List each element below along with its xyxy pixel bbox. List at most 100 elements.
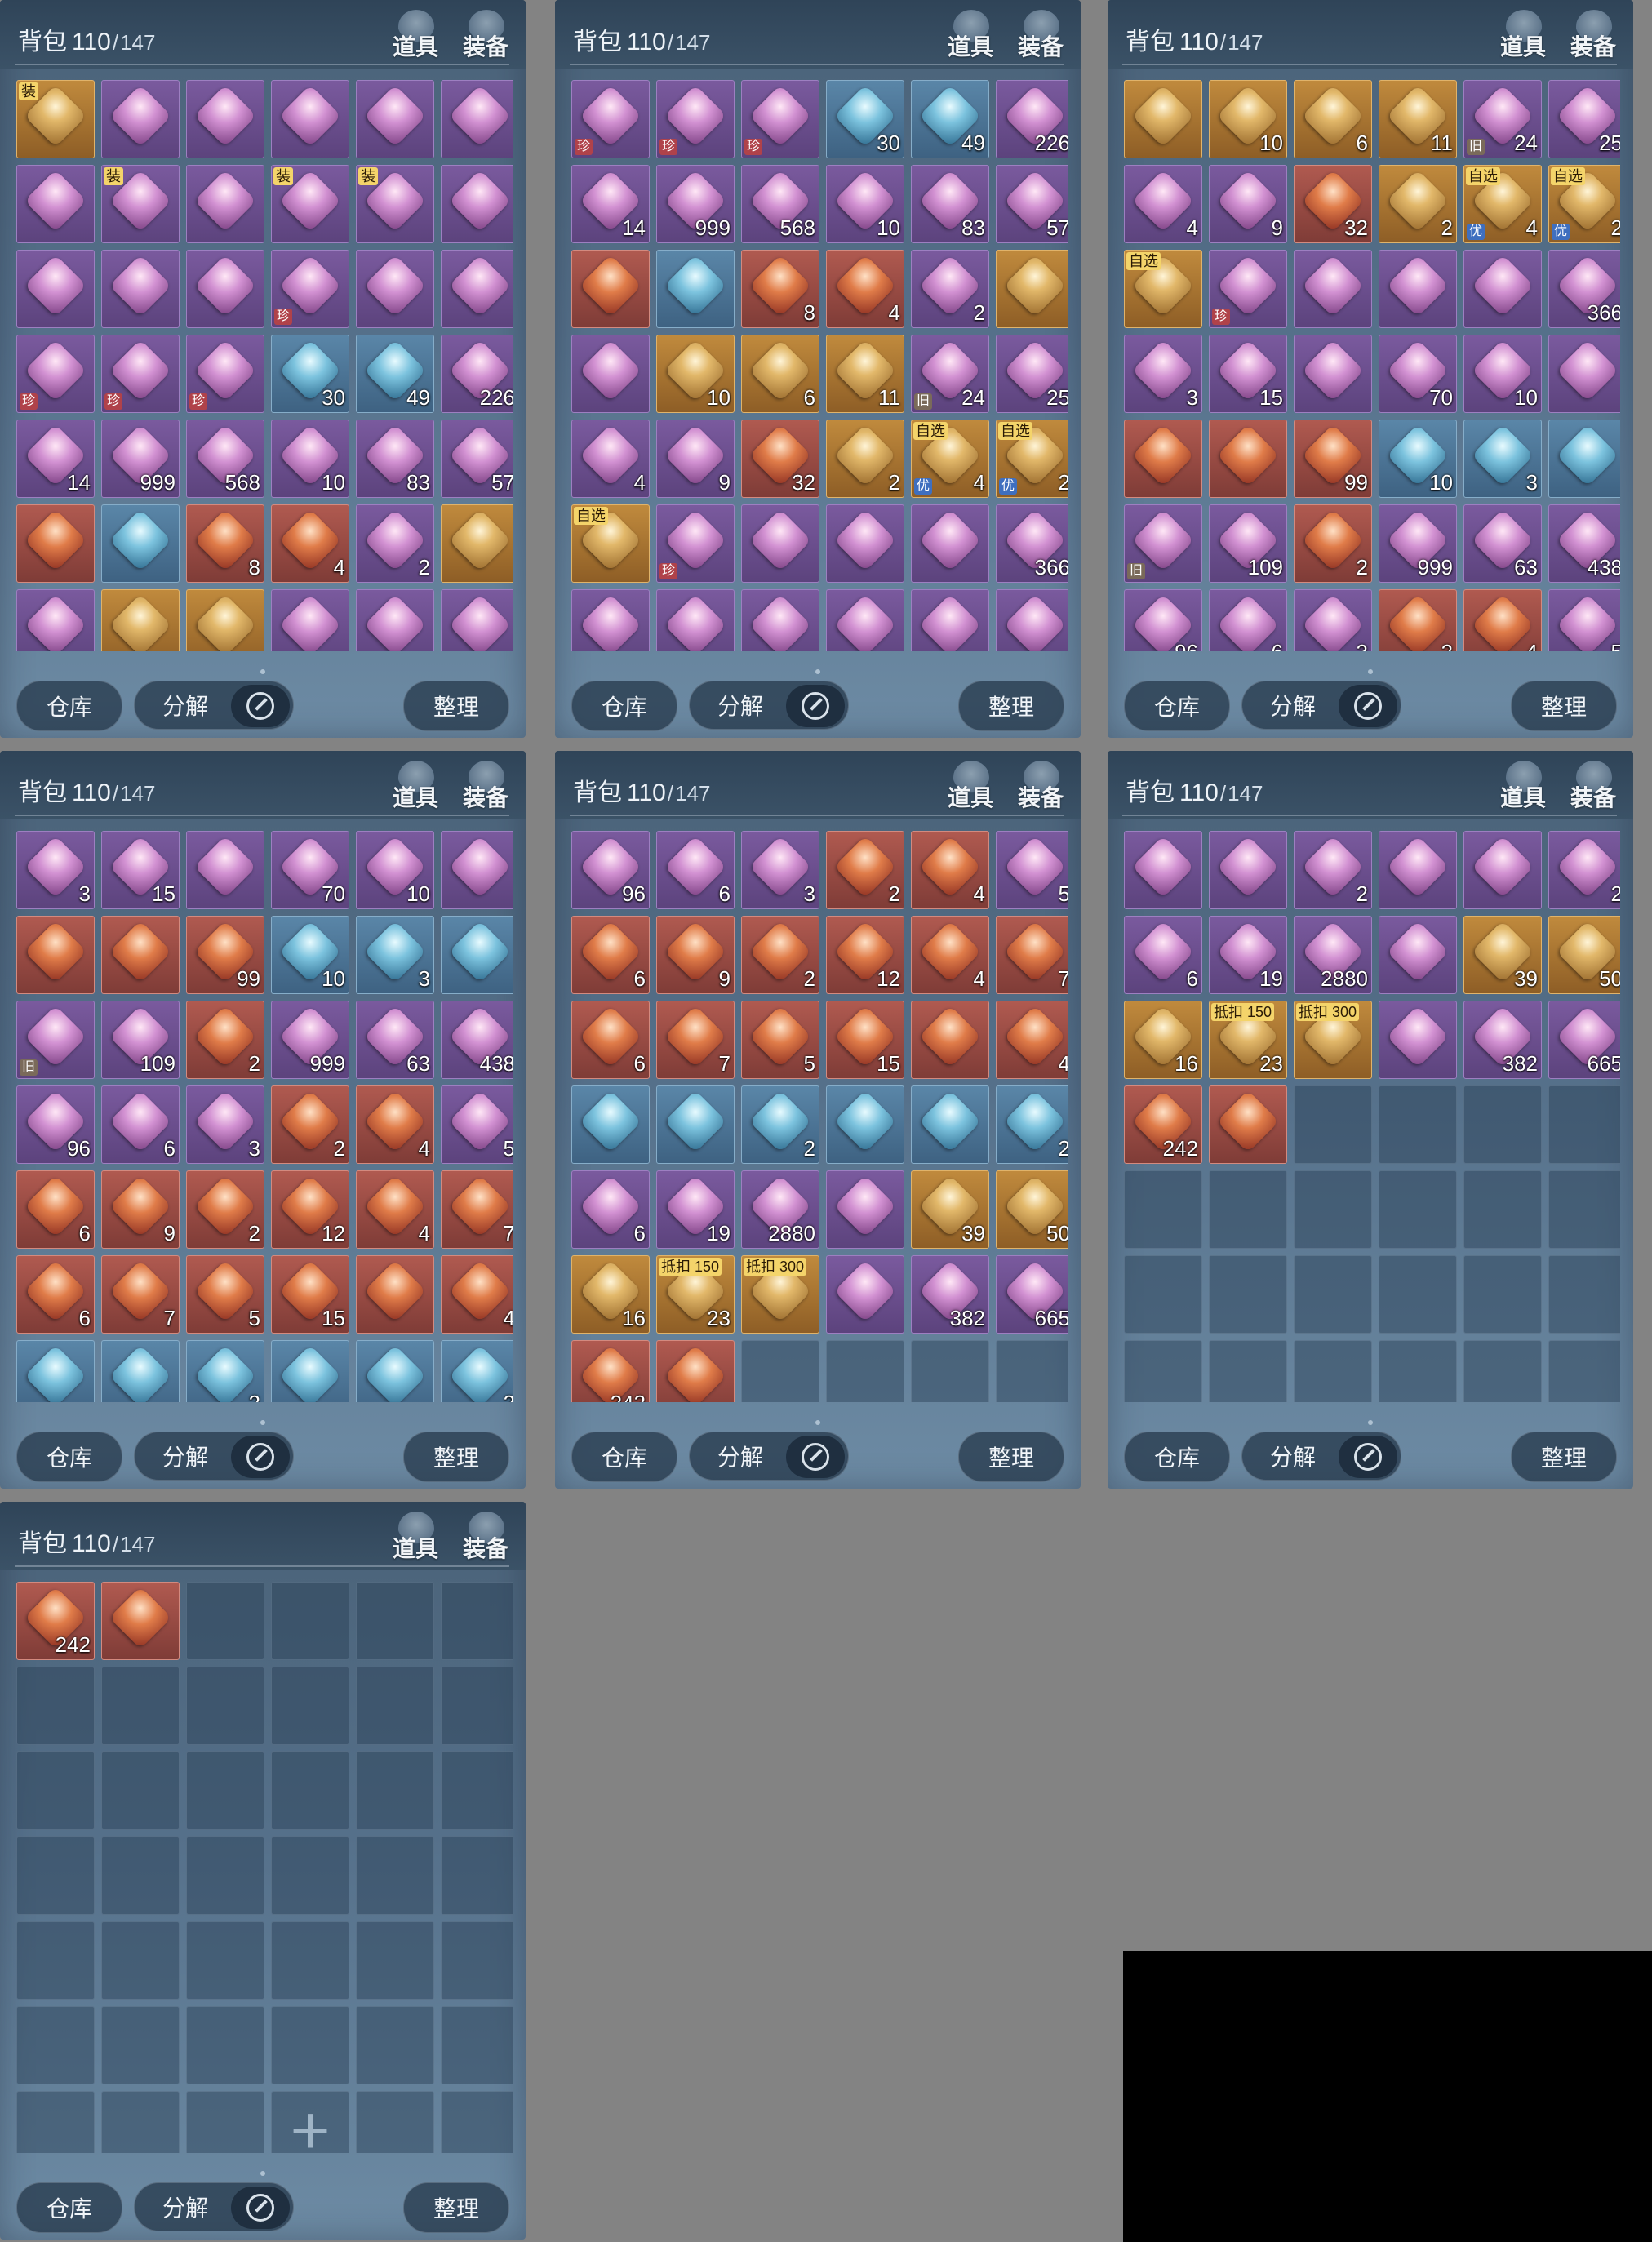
empty-slot[interactable]	[271, 1921, 349, 2000]
inventory-item-slot[interactable]	[1379, 916, 1457, 994]
empty-slot[interactable]	[441, 1667, 513, 1745]
inventory-item-slot[interactable]: 5	[1548, 589, 1620, 651]
inventory-item-slot[interactable]: 旧	[16, 1001, 95, 1079]
empty-slot[interactable]	[101, 1836, 180, 1915]
inventory-item-slot[interactable]	[186, 250, 264, 328]
empty-slot[interactable]	[16, 1921, 95, 2000]
inventory-item-slot[interactable]	[1124, 831, 1202, 909]
inventory-item-slot[interactable]	[356, 1255, 434, 1334]
inventory-item-slot[interactable]: 珍	[101, 335, 180, 413]
inventory-item-slot[interactable]: 2	[826, 831, 904, 909]
inventory-item-slot[interactable]: 10	[826, 165, 904, 243]
disassemble-toggle[interactable]	[1339, 1436, 1397, 1478]
inventory-item-slot[interactable]: 珍	[571, 80, 650, 158]
tab-items[interactable]: 道具	[389, 759, 442, 813]
inventory-item-slot[interactable]: 7	[996, 916, 1068, 994]
inventory-item-slot[interactable]: 438	[1548, 504, 1620, 583]
inventory-item-slot[interactable]: 2880	[741, 1170, 819, 1249]
empty-slot[interactable]	[271, 2006, 349, 2084]
inventory-item-slot[interactable]: 57	[441, 420, 513, 498]
inventory-item-slot[interactable]	[186, 165, 264, 243]
inventory-item-slot[interactable]: 50	[1548, 916, 1620, 994]
inventory-item-slot[interactable]	[656, 1340, 735, 1402]
empty-slot[interactable]	[741, 1340, 819, 1402]
inventory-item-slot[interactable]: 珍	[16, 335, 95, 413]
inventory-item-slot[interactable]	[101, 589, 180, 651]
inventory-item-slot[interactable]: 382	[1463, 1001, 1542, 1079]
inventory-item-slot[interactable]	[656, 589, 735, 651]
inventory-item-slot[interactable]: 装	[101, 165, 180, 243]
inventory-item-slot[interactable]: 6	[741, 335, 819, 413]
inventory-item-slot[interactable]: 6	[571, 1170, 650, 1249]
inventory-item-slot[interactable]: 自选优 4	[911, 420, 989, 498]
empty-slot[interactable]	[1379, 1340, 1457, 1402]
empty-slot[interactable]	[186, 1667, 264, 1745]
inventory-item-slot[interactable]	[271, 80, 349, 158]
inventory-item-slot[interactable]: 3	[741, 831, 819, 909]
inventory-item-slot[interactable]: 旧	[1124, 504, 1202, 583]
inventory-item-slot[interactable]	[101, 250, 180, 328]
inventory-item-slot[interactable]	[186, 589, 264, 651]
inventory-item-slot[interactable]: 旧 24	[1463, 80, 1542, 158]
inventory-item-slot[interactable]: 4	[356, 1170, 434, 1249]
inventory-item-slot[interactable]: 9	[101, 1170, 180, 1249]
empty-slot[interactable]	[911, 1340, 989, 1402]
inventory-item-slot[interactable]: 25	[1548, 80, 1620, 158]
disassemble-toggle[interactable]	[1339, 685, 1397, 727]
tab-items[interactable]: 道具	[944, 759, 997, 813]
inventory-item-slot[interactable]: 109	[1209, 504, 1287, 583]
empty-slot[interactable]	[1124, 1255, 1202, 1334]
inventory-item-slot[interactable]: 19	[1209, 916, 1287, 994]
empty-slot[interactable]	[101, 2091, 180, 2153]
inventory-item-slot[interactable]: 10	[271, 916, 349, 994]
inventory-item-slot[interactable]	[1294, 335, 1372, 413]
inventory-item-slot[interactable]: 96	[1124, 589, 1202, 651]
inventory-item-slot[interactable]: 4	[911, 916, 989, 994]
inventory-item-slot[interactable]: 4	[826, 250, 904, 328]
empty-slot[interactable]	[356, 1582, 434, 1660]
inventory-item-slot[interactable]: 226	[441, 335, 513, 413]
tab-equipment[interactable]: 装备	[1014, 759, 1068, 813]
empty-slot[interactable]	[186, 2091, 264, 2153]
inventory-item-slot[interactable]	[101, 80, 180, 158]
inventory-item-slot[interactable]: 10	[271, 420, 349, 498]
inventory-item-slot[interactable]: 2	[741, 916, 819, 994]
inventory-item-slot[interactable]: 6	[1294, 80, 1372, 158]
empty-slot[interactable]	[1294, 1170, 1372, 1249]
inventory-item-slot[interactable]	[1379, 250, 1457, 328]
inventory-item-slot[interactable]: 抵扣 150 23	[1209, 1001, 1287, 1079]
sort-button[interactable]: 整理	[403, 2182, 509, 2233]
inventory-item-slot[interactable]	[571, 250, 650, 328]
disassemble-button[interactable]: 分解	[134, 1432, 294, 1481]
empty-slot[interactable]	[271, 1667, 349, 1745]
disassemble-toggle[interactable]	[231, 685, 290, 727]
inventory-item-slot[interactable]: 2	[1379, 589, 1457, 651]
inventory-item-slot[interactable]	[1209, 831, 1287, 909]
inventory-item-slot[interactable]	[571, 589, 650, 651]
inventory-item-slot[interactable]: 珍	[741, 80, 819, 158]
inventory-item-slot[interactable]: 15	[1209, 335, 1287, 413]
disassemble-toggle[interactable]	[786, 685, 845, 727]
empty-slot[interactable]	[441, 1751, 513, 1830]
inventory-item-slot[interactable]	[16, 1340, 95, 1402]
empty-slot[interactable]	[441, 2006, 513, 2084]
inventory-item-slot[interactable]: 4	[571, 420, 650, 498]
inventory-item-slot[interactable]: 14	[571, 165, 650, 243]
empty-slot[interactable]	[1124, 1170, 1202, 1249]
inventory-item-slot[interactable]	[16, 165, 95, 243]
inventory-item-slot[interactable]: 63	[1463, 504, 1542, 583]
inventory-item-slot[interactable]: 自选优 2	[1548, 165, 1620, 243]
inventory-item-slot[interactable]: 999	[1379, 504, 1457, 583]
inventory-item-slot[interactable]	[101, 504, 180, 583]
inventory-item-slot[interactable]: 999	[101, 420, 180, 498]
inventory-item-slot[interactable]: 242	[16, 1582, 95, 1660]
inventory-item-slot[interactable]: 99	[1294, 420, 1372, 498]
inventory-item-slot[interactable]	[911, 504, 989, 583]
empty-slot[interactable]	[356, 2006, 434, 2084]
inventory-item-slot[interactable]: 珍	[656, 504, 735, 583]
inventory-item-slot[interactable]: 8	[186, 504, 264, 583]
inventory-item-slot[interactable]: 2	[1379, 165, 1457, 243]
inventory-item-slot[interactable]: 49	[911, 80, 989, 158]
inventory-item-slot[interactable]: 32	[741, 420, 819, 498]
empty-slot[interactable]	[1379, 1255, 1457, 1334]
